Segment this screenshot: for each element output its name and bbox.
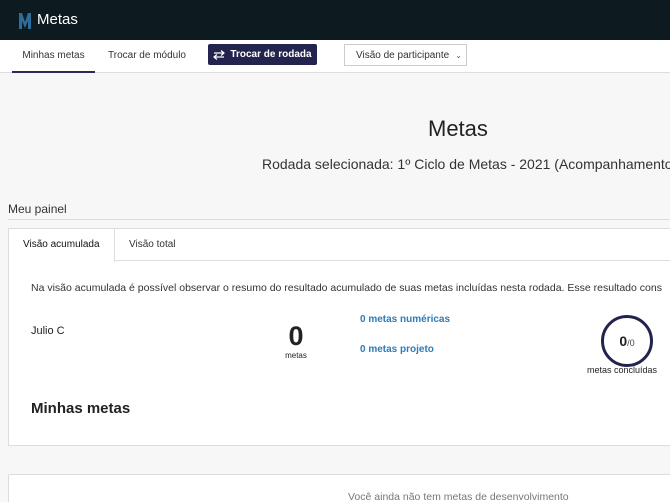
app-title: Metas: [37, 11, 78, 28]
divider: [8, 219, 670, 220]
metas-projeto-link[interactable]: 0 metas projeto: [360, 344, 434, 355]
metas-concluidas-label: metas concluídas: [587, 365, 658, 375]
tab-visao-total[interactable]: Visão total: [115, 229, 190, 261]
user-name: Julio C: [31, 325, 65, 337]
nav-tab-minhas-metas[interactable]: Minhas metas: [12, 40, 95, 73]
visao-select-value: Visão de participante: [356, 49, 450, 61]
concluidas-num: 0: [619, 333, 628, 349]
visao-description: Na visão acumulada é possível observar o…: [31, 282, 662, 294]
top-bar: Metas: [0, 0, 670, 40]
nav-bar: Minhas metas Trocar de módulo Trocar de …: [0, 40, 670, 73]
app-logo-icon: [19, 13, 31, 29]
rodada-selecionada: Rodada selecionada: 1º Ciclo de Metas - …: [262, 156, 670, 172]
empty-state-text: Você ainda não tem metas de desenvolvime…: [348, 491, 569, 502]
minhas-metas-title: Minhas metas: [31, 400, 131, 417]
visao-select[interactable]: Visão de participante ⌄: [344, 44, 467, 66]
metas-concluidas-circle: 0 /0: [601, 315, 653, 367]
page-title: Metas: [428, 116, 488, 141]
chevron-down-icon: ⌄: [455, 50, 462, 60]
trocar-rodada-button[interactable]: Trocar de rodada: [208, 44, 317, 65]
tab-visao-acumulada[interactable]: Visão acumulada: [9, 229, 115, 262]
metas-count-label: metas: [285, 351, 307, 360]
metas-count: 0: [288, 321, 304, 351]
nav-tab-trocar-modulo[interactable]: Trocar de módulo: [108, 40, 186, 73]
metas-numericas-link[interactable]: 0 metas numéricas: [360, 314, 450, 325]
empty-state-card: Você ainda não tem metas de desenvolvime…: [8, 474, 670, 502]
painel-title: Meu painel: [8, 202, 67, 216]
painel-tab-bar: Visão acumulada Visão total: [9, 229, 670, 262]
concluidas-den: /0: [627, 337, 635, 348]
trocar-rodada-label: Trocar de rodada: [230, 49, 312, 60]
painel-card: Visão acumulada Visão total Na visão acu…: [8, 228, 670, 446]
swap-icon: [213, 49, 226, 60]
